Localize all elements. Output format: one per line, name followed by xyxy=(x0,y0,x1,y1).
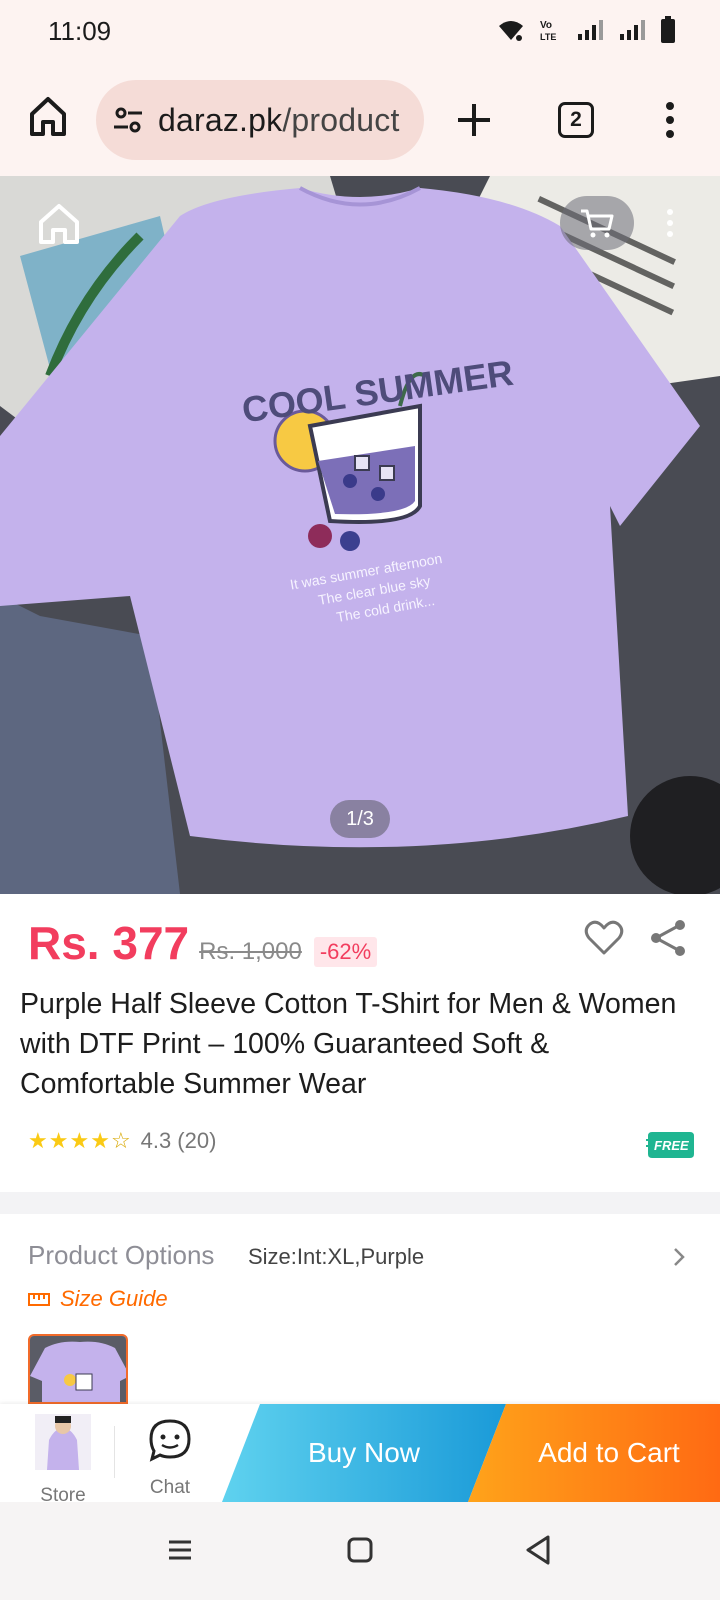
variant-image xyxy=(30,1336,126,1402)
rating-stars: ★ ★ ★ ★ ☆ xyxy=(28,1130,131,1152)
discount-badge: -62% xyxy=(313,937,378,967)
cart-icon xyxy=(581,209,614,238)
battery-icon xyxy=(661,16,675,43)
svg-text:LTE: LTE xyxy=(540,32,556,42)
address-bar[interactable]: daraz.pk/product xyxy=(96,80,424,160)
image-more-button[interactable] xyxy=(650,196,690,250)
image-counter: 1/3 xyxy=(330,800,390,838)
old-price: Rs. 1,000 xyxy=(199,938,302,965)
store-button[interactable]: Store xyxy=(30,1412,96,1507)
variant-thumbnail[interactable] xyxy=(28,1334,128,1404)
star-icon: ★ xyxy=(48,1128,69,1153)
system-nav-bar xyxy=(0,1502,720,1600)
back-icon[interactable] xyxy=(524,1534,552,1566)
price-row: Rs. 377 Rs. 1,000 -62% xyxy=(28,916,378,970)
url-text[interactable]: daraz.pk/product xyxy=(158,102,400,139)
store-thumbnail xyxy=(35,1414,91,1470)
svg-text:Vo: Vo xyxy=(540,20,552,31)
signal-icon-2 xyxy=(620,20,645,40)
size-guide-label: Size Guide xyxy=(60,1286,168,1311)
url-path: /product xyxy=(282,101,400,138)
url-host: daraz.pk xyxy=(158,101,283,138)
product-options-value[interactable]: Size:Int:XL,Purple xyxy=(248,1244,424,1270)
product-options-label[interactable]: Product Options xyxy=(28,1240,214,1271)
rating-count: (20) xyxy=(177,1128,217,1153)
system-home-icon[interactable] xyxy=(346,1536,374,1564)
new-tab-icon[interactable] xyxy=(456,102,492,138)
recents-icon[interactable] xyxy=(166,1536,194,1564)
share-icon[interactable] xyxy=(648,918,688,958)
price: Rs. 377 xyxy=(28,917,190,969)
ruler-icon xyxy=(28,1293,50,1306)
image-cart-button[interactable] xyxy=(560,196,634,250)
rating-value: 4.3 xyxy=(140,1128,172,1153)
rating-row[interactable]: ★ ★ ★ ★ ☆ 4.3 (20) xyxy=(28,1128,216,1154)
browser-home-icon[interactable] xyxy=(28,94,68,138)
star-icon: ★ xyxy=(28,1128,48,1153)
status-bar: 11:09 Vo LTE xyxy=(0,0,720,64)
site-settings-icon[interactable] xyxy=(112,104,144,136)
chat-icon xyxy=(149,1419,191,1462)
heart-icon[interactable] xyxy=(584,920,624,956)
tab-switcher-button[interactable]: 2 xyxy=(558,102,594,138)
more-vert-icon xyxy=(667,209,673,237)
buy-now-button[interactable]: Buy Now xyxy=(222,1404,506,1502)
browser-toolbar: daraz.pk/product 2 xyxy=(0,64,720,176)
star-icon: ★ xyxy=(90,1128,110,1153)
chat-label: Chat xyxy=(149,1477,191,1498)
action-separator xyxy=(114,1426,115,1478)
free-shipping-badge: FREE xyxy=(646,1132,694,1158)
star-icon: ★ xyxy=(69,1128,90,1153)
status-icons: Vo LTE xyxy=(496,16,676,44)
free-badge-text: FREE xyxy=(654,1138,689,1153)
image-home-icon[interactable] xyxy=(36,200,82,246)
volte-icon: Vo LTE xyxy=(540,20,556,42)
section-divider xyxy=(0,1192,720,1214)
chevron-right-icon[interactable] xyxy=(672,1246,686,1268)
signal-icon-1 xyxy=(578,20,603,40)
product-title: Purple Half Sleeve Cotton T-Shirt for Me… xyxy=(20,988,677,1100)
product-image[interactable]: COOL SUMMER It was summer afternoon The … xyxy=(0,176,720,894)
star-outline-icon: ☆ xyxy=(110,1128,131,1153)
action-bar: Store Chat Buy Now Add to Cart xyxy=(0,1404,720,1506)
add-to-cart-button[interactable]: Add to Cart xyxy=(468,1404,720,1502)
size-guide-link[interactable]: Size Guide xyxy=(28,1286,168,1312)
wifi-icon xyxy=(499,21,523,41)
product-photo: COOL SUMMER It was summer afternoon The … xyxy=(0,176,720,894)
more-vert-icon[interactable] xyxy=(660,100,680,140)
chat-button[interactable]: Chat xyxy=(140,1418,200,1499)
status-time: 11:09 xyxy=(48,16,112,46)
